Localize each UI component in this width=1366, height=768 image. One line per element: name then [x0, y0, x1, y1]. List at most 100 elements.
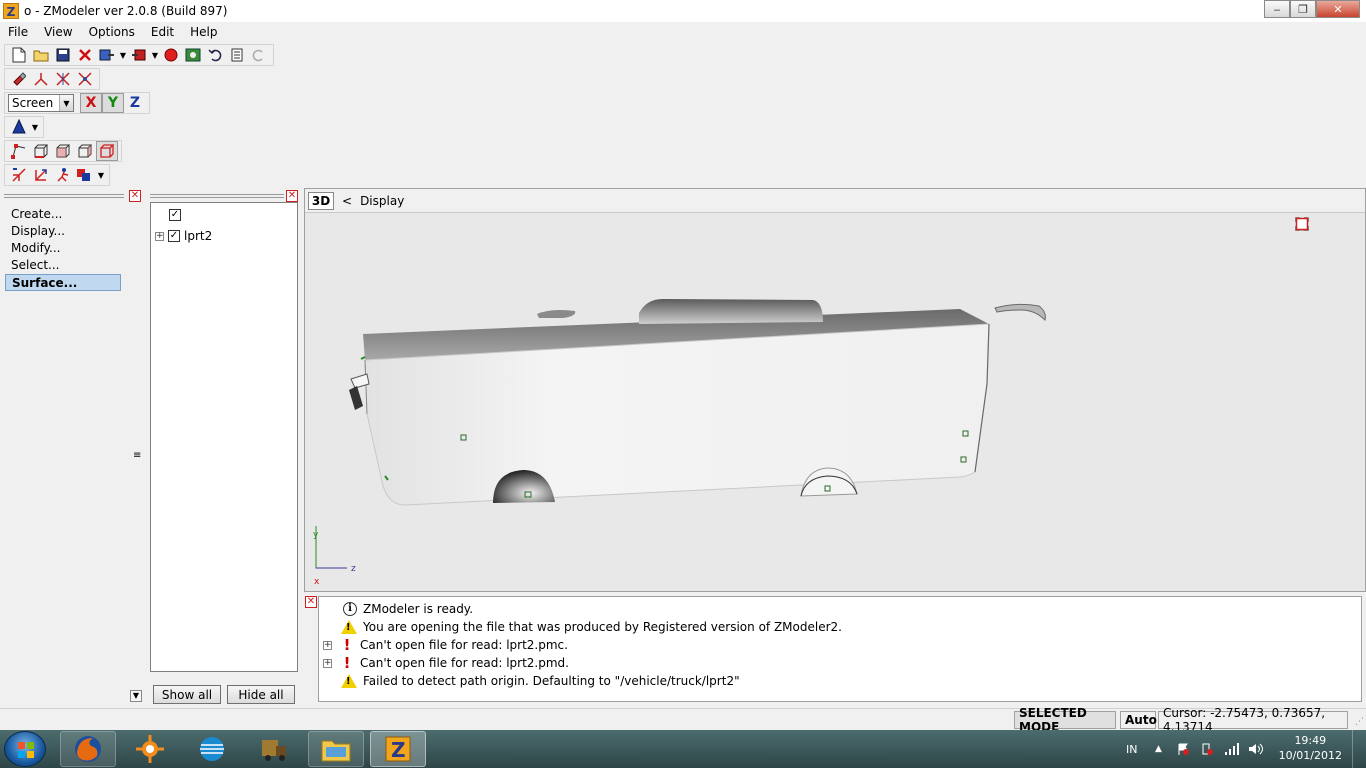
magnet-icon[interactable]	[8, 69, 30, 89]
import-icon[interactable]	[96, 45, 118, 65]
command-display[interactable]: Display...	[5, 223, 121, 240]
start-button-icon[interactable]	[4, 731, 46, 767]
open-folder-icon[interactable]	[30, 45, 52, 65]
show-desktop-button[interactable]	[1352, 730, 1366, 768]
expand-icon[interactable]: +	[155, 231, 164, 241]
export-dropdown-icon[interactable]: ▼	[150, 45, 160, 65]
render-sphere-icon[interactable]	[160, 45, 182, 65]
pose-tool-icon[interactable]	[52, 165, 74, 185]
command-panel-scrollbar[interactable]: ≡ ▼	[130, 202, 142, 702]
scroll-down-icon[interactable]: ▼	[130, 690, 142, 702]
redo-icon[interactable]	[248, 45, 270, 65]
snap-icon[interactable]	[30, 69, 52, 89]
zmodeler-app-icon[interactable]: Z	[3, 3, 19, 19]
transform-cross-icon[interactable]	[74, 69, 96, 89]
menu-edit[interactable]: Edit	[143, 25, 182, 39]
log-panel: ✕ i ZModeler is ready. ! You are opening…	[304, 594, 1366, 706]
axis-x-button[interactable]: X	[80, 93, 102, 113]
axis-y-button[interactable]: Y	[102, 93, 124, 113]
menu-view[interactable]: View	[36, 25, 80, 39]
expand-icon[interactable]: +	[323, 658, 332, 668]
cone-icon[interactable]	[8, 117, 30, 137]
undo-icon[interactable]	[204, 45, 226, 65]
zoom-icon[interactable]	[1295, 192, 1311, 231]
log-item[interactable]: + ! Can't open file for read: lprt2.pmd.	[323, 654, 569, 672]
modifiers-toolbar	[4, 68, 100, 90]
surface-mode-icon[interactable]	[74, 141, 96, 161]
expand-icon[interactable]: +	[323, 640, 332, 650]
panel-grip[interactable]	[150, 194, 284, 198]
maximize-button[interactable]: ❐	[1290, 0, 1316, 18]
material-tool-icon[interactable]	[74, 165, 96, 185]
clock-date: 10/01/2012	[1278, 749, 1342, 762]
tree-node-lprt2[interactable]: + ✓ lprt2	[155, 229, 212, 243]
scene-canvas[interactable]: y z x	[305, 214, 1365, 592]
command-select[interactable]: Select...	[5, 257, 121, 274]
menu-file[interactable]: File	[0, 25, 36, 39]
object-mode-icon[interactable]	[96, 141, 118, 161]
visibility-checkbox[interactable]: ✓	[168, 230, 180, 242]
att-taskbar-icon[interactable]	[184, 731, 240, 767]
axis-cross-icon[interactable]	[52, 69, 74, 89]
import-dropdown-icon[interactable]: ▼	[118, 45, 128, 65]
menu-options[interactable]: Options	[81, 25, 143, 39]
vertex-mode-icon[interactable]	[8, 141, 30, 161]
explorer-taskbar-icon[interactable]	[308, 731, 364, 767]
log-item[interactable]: + ! Can't open file for read: lprt2.pmc.	[323, 636, 568, 654]
new-file-icon[interactable]	[8, 45, 30, 65]
log-item[interactable]: ! Failed to detect path origin. Defaulti…	[323, 672, 740, 690]
save-icon[interactable]	[52, 45, 74, 65]
panel-grip[interactable]	[4, 194, 124, 198]
face-mode-icon[interactable]	[52, 141, 74, 161]
tools-dropdown-icon[interactable]: ▼	[96, 165, 106, 185]
maximize-viewport-icon[interactable]	[1295, 192, 1363, 231]
tray-expand-icon[interactable]: ▲	[1155, 730, 1162, 768]
tree-node-root[interactable]: ✓	[165, 209, 185, 221]
bus-model[interactable]	[349, 298, 1046, 506]
viewport-nav-back[interactable]: <	[342, 194, 352, 208]
hierarchy-tree[interactable]: ✓ + ✓ lprt2	[150, 202, 298, 672]
auto-indicator[interactable]: Auto	[1120, 711, 1157, 729]
close-icon[interactable]: ✕	[129, 190, 141, 202]
close-icon[interactable]: ✕	[305, 596, 317, 608]
zoom-extents-icon[interactable]	[1295, 192, 1343, 231]
resize-grip-icon[interactable]: ⋰	[1355, 717, 1364, 727]
notes-icon[interactable]	[226, 45, 248, 65]
firefox-taskbar-icon[interactable]	[60, 731, 116, 767]
axis-z-button[interactable]: Z	[124, 93, 146, 113]
log-item[interactable]: ! You are opening the file that was prod…	[323, 618, 842, 636]
delete-icon[interactable]	[74, 45, 96, 65]
rotate-tool-icon[interactable]	[30, 165, 52, 185]
command-create[interactable]: Create...	[5, 206, 121, 223]
minimize-button[interactable]: ‒	[1264, 0, 1290, 18]
truck-game-taskbar-icon[interactable]	[246, 731, 302, 767]
pivot-dropdown-icon[interactable]: ▼	[30, 117, 40, 137]
clock-time: 19:49	[1294, 734, 1327, 747]
close-button[interactable]: ✕	[1316, 0, 1360, 18]
power-icon[interactable]	[1200, 730, 1214, 768]
avast-taskbar-icon[interactable]	[122, 731, 178, 767]
language-indicator[interactable]: IN	[1126, 730, 1137, 768]
network-signal-icon[interactable]	[1224, 730, 1240, 768]
command-modify[interactable]: Modify...	[5, 240, 121, 257]
action-center-flag-icon[interactable]	[1176, 730, 1190, 768]
show-all-button[interactable]: Show all	[153, 685, 221, 704]
viewport-3d[interactable]: 3D < Display y z x	[304, 188, 1366, 592]
coord-system-select[interactable]: Screen ▼	[8, 94, 74, 112]
scale-tool-icon[interactable]	[8, 165, 30, 185]
system-clock[interactable]: 19:49 10/01/2012	[1279, 733, 1342, 763]
command-surface[interactable]: Surface...	[5, 274, 121, 291]
menu-help[interactable]: Help	[182, 25, 225, 39]
zmodeler-taskbar-icon[interactable]: Z	[370, 731, 426, 767]
export-icon[interactable]	[128, 45, 150, 65]
hide-all-button[interactable]: Hide all	[227, 685, 295, 704]
edge-mode-icon[interactable]	[30, 141, 52, 161]
pan-hand-icon[interactable]	[1297, 192, 1327, 231]
visibility-checkbox[interactable]: ✓	[169, 209, 181, 221]
texture-icon[interactable]	[182, 45, 204, 65]
volume-icon[interactable]	[1248, 730, 1264, 768]
close-icon[interactable]: ✕	[286, 190, 298, 202]
log-item[interactable]: i ZModeler is ready.	[323, 600, 473, 618]
viewport-mode-button[interactable]: 3D	[308, 191, 334, 210]
log-list[interactable]: i ZModeler is ready. ! You are opening t…	[318, 596, 1362, 702]
